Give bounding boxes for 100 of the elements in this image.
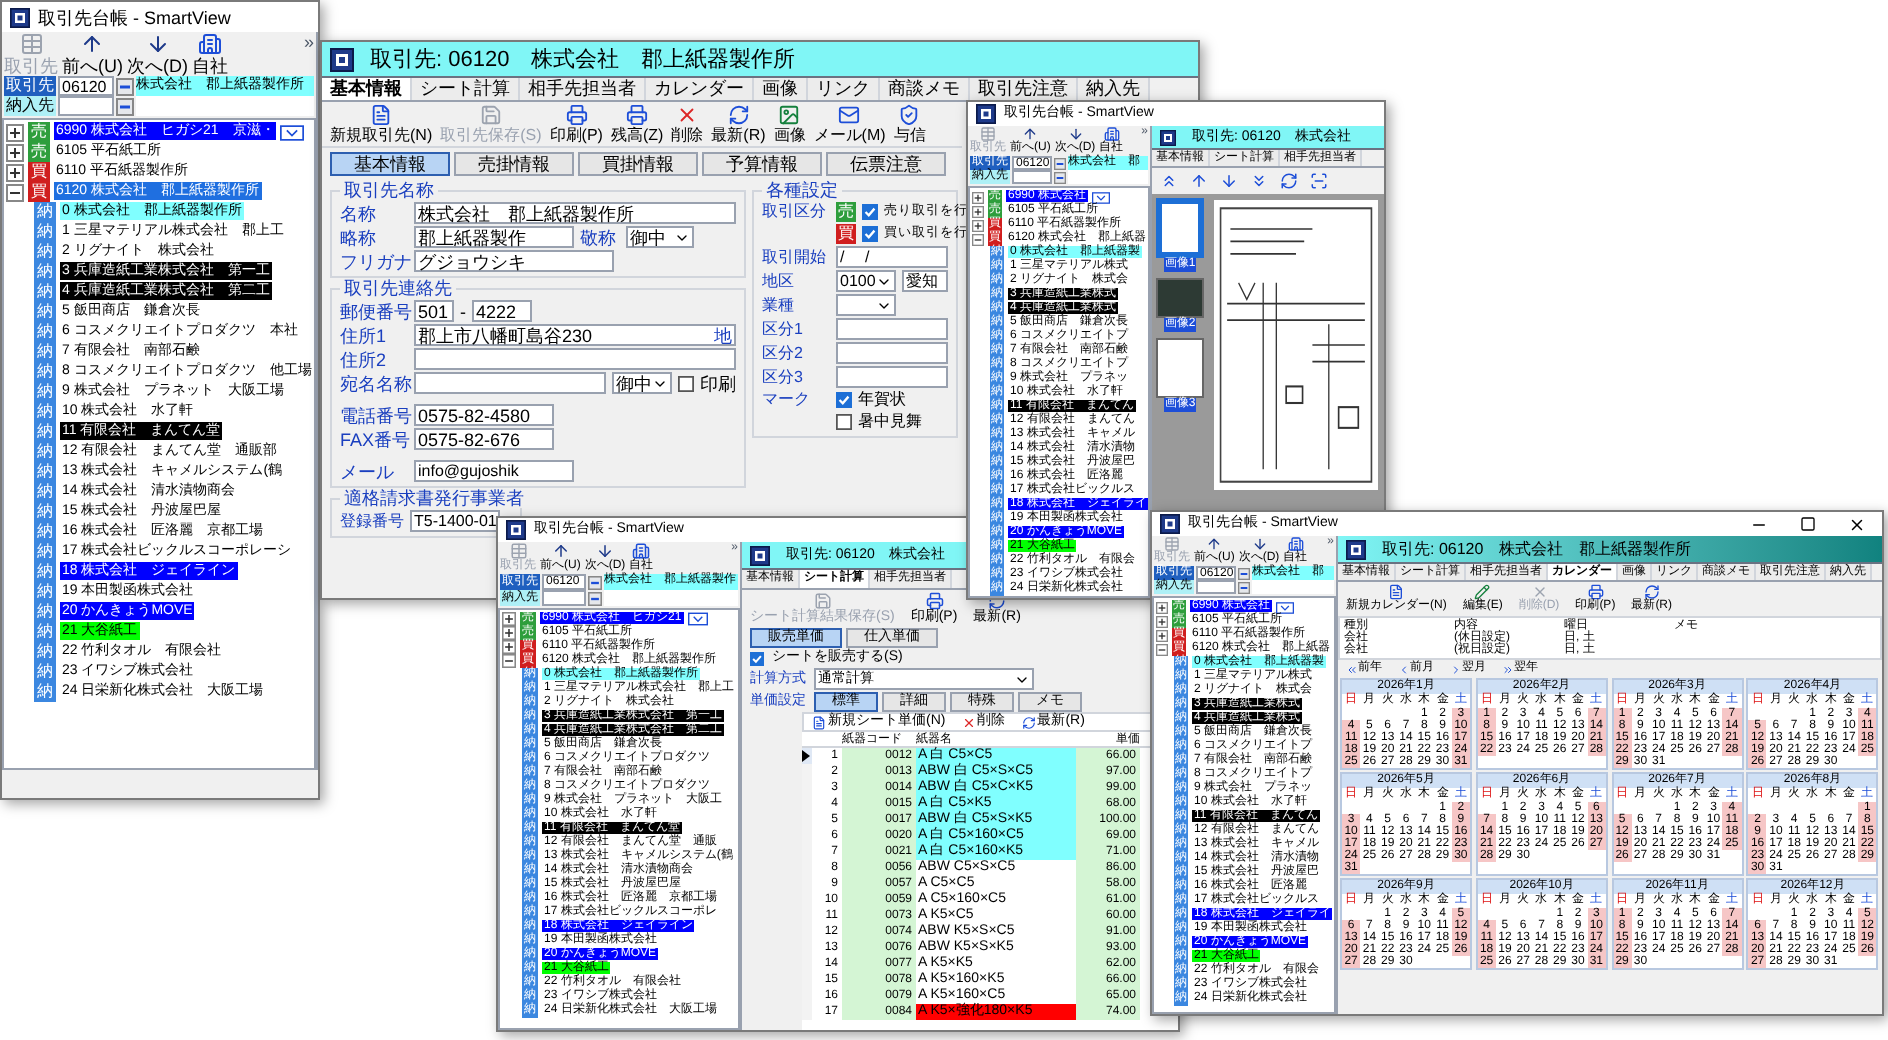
expand-icon[interactable]: [6, 143, 24, 161]
ellipsis-button[interactable]: [116, 77, 134, 95]
text-field[interactable]: グジョウシキ: [414, 250, 614, 272]
toolbar-button[interactable]: 削除: [671, 104, 704, 144]
tab[interactable]: 取引先注意: [970, 78, 1078, 100]
tab[interactable]: 基本情報: [330, 152, 450, 176]
collapse-icon[interactable]: [6, 183, 24, 201]
text-field[interactable]: 愛知: [902, 270, 948, 292]
tab[interactable]: 基本情報: [322, 78, 412, 100]
toolbar-button[interactable]: 最新(R): [711, 104, 766, 144]
expand-icon[interactable]: [972, 219, 984, 231]
dropdown-icon[interactable]: [1276, 601, 1295, 613]
down-arrow-icon[interactable]: [1220, 172, 1238, 190]
expand-icon[interactable]: [6, 163, 24, 181]
more-button[interactable]: »: [303, 32, 314, 52]
checkbox[interactable]: [750, 651, 764, 665]
text-field[interactable]: T5-1400-01: [410, 510, 500, 532]
ellipsis-button[interactable]: [116, 97, 134, 115]
collapse-icon[interactable]: [502, 654, 516, 668]
ellipsis-button[interactable]: [1238, 581, 1250, 593]
ellipsis-button[interactable]: [588, 575, 602, 589]
text-field[interactable]: [414, 348, 736, 370]
text-field[interactable]: 0575-82-676: [414, 428, 554, 450]
maximize-icon[interactable]: [1800, 515, 1816, 531]
expand-icon[interactable]: [1156, 601, 1168, 613]
toolbar-button[interactable]: 自社: [192, 32, 228, 76]
code-field[interactable]: [1012, 170, 1052, 184]
dropdown-icon[interactable]: [1092, 191, 1111, 203]
scan-icon[interactable]: [1310, 172, 1328, 190]
tab[interactable]: 納入先: [1078, 78, 1150, 100]
type-badge: 納: [34, 662, 56, 682]
tab[interactable]: カレンダー: [646, 78, 754, 100]
dropdown-icon[interactable]: [280, 123, 305, 141]
select-field[interactable]: [836, 294, 896, 316]
expand-icon[interactable]: [972, 205, 984, 217]
toolbar-button[interactable]: 残高(Z): [610, 104, 664, 144]
field-label: 郵便番号: [340, 301, 408, 321]
text-field[interactable]: [836, 318, 948, 340]
refresh-icon[interactable]: [1280, 172, 1298, 190]
ellipsis-button[interactable]: [588, 591, 602, 605]
checkbox-label: 印刷: [700, 373, 736, 393]
text-field[interactable]: [836, 366, 948, 388]
expand-icon[interactable]: [6, 123, 24, 141]
tab[interactable]: 予算情報: [702, 152, 822, 176]
double-up-arrow-icon[interactable]: [1160, 172, 1178, 190]
checkbox[interactable]: [862, 226, 878, 242]
code-field[interactable]: [542, 590, 586, 606]
expand-icon[interactable]: [502, 640, 516, 654]
expand-icon[interactable]: [1156, 615, 1168, 627]
select-field[interactable]: 0100: [836, 270, 896, 292]
toolbar-button[interactable]: メール(M): [813, 104, 886, 144]
toolbar-button[interactable]: 次へ(D): [127, 32, 188, 76]
map-button[interactable]: 地: [714, 325, 732, 345]
expand-icon[interactable]: [1156, 629, 1168, 641]
expand-icon[interactable]: [502, 612, 516, 626]
tab[interactable]: シート計算: [412, 78, 520, 100]
text-field[interactable]: 株式会社 郡上紙器製作所: [414, 202, 736, 224]
checkbox[interactable]: [836, 392, 852, 408]
text-field[interactable]: 501: [414, 300, 454, 322]
document-thumbnail[interactable]: [1156, 338, 1204, 398]
toolbar-button[interactable]: 与信: [893, 104, 926, 144]
text-field[interactable]: 郡上紙器製作: [414, 226, 574, 248]
checkbox[interactable]: [862, 204, 878, 220]
select-field[interactable]: 御中: [626, 226, 694, 248]
text-field[interactable]: [836, 342, 948, 364]
toolbar-button[interactable]: 印刷(P): [549, 104, 603, 144]
expand-icon[interactable]: [972, 191, 984, 203]
select-field[interactable]: 御中: [612, 372, 672, 394]
checkbox[interactable]: [678, 375, 694, 391]
close-icon[interactable]: [1848, 515, 1866, 533]
text-field[interactable]: / /: [836, 246, 948, 268]
tab[interactable]: 伝票注意: [826, 152, 946, 176]
tab[interactable]: 画像: [754, 78, 808, 100]
text-field[interactable]: 4222: [472, 300, 532, 322]
tab[interactable]: リンク: [808, 78, 880, 100]
ellipsis-button[interactable]: [1054, 171, 1066, 183]
type-badge: 納: [34, 682, 56, 702]
expand-icon[interactable]: [502, 626, 516, 640]
code-field[interactable]: 06120: [58, 76, 114, 96]
double-down-arrow-icon[interactable]: [1250, 172, 1268, 190]
checkbox[interactable]: [836, 414, 852, 430]
document-thumbnail[interactable]: [1156, 198, 1204, 258]
dropdown-icon[interactable]: [687, 612, 708, 626]
text-field[interactable]: info@gujoshik: [414, 460, 574, 482]
tab[interactable]: 相手先担当者: [520, 78, 646, 100]
tab[interactable]: 商談メモ: [880, 78, 970, 100]
up-arrow-icon[interactable]: [1190, 172, 1208, 190]
code-field[interactable]: [58, 96, 114, 116]
text-field[interactable]: [414, 372, 606, 394]
row-header[interactable]: [802, 748, 812, 764]
text-field[interactable]: 郡上市八幡町島谷230 地: [414, 324, 736, 346]
ellipsis-button[interactable]: [1054, 157, 1066, 169]
ellipsis-button[interactable]: [1238, 567, 1250, 579]
tab[interactable]: 買掛情報: [578, 152, 698, 176]
toolbar-button[interactable]: 新規取引先(N): [330, 104, 433, 144]
text-field[interactable]: 0575-82-4580: [414, 404, 554, 426]
toolbar-button[interactable]: 画像: [773, 104, 806, 144]
toolbar-button[interactable]: 前へ(U): [62, 32, 123, 76]
code-field[interactable]: [1196, 580, 1236, 594]
tab[interactable]: 売掛情報: [454, 152, 574, 176]
